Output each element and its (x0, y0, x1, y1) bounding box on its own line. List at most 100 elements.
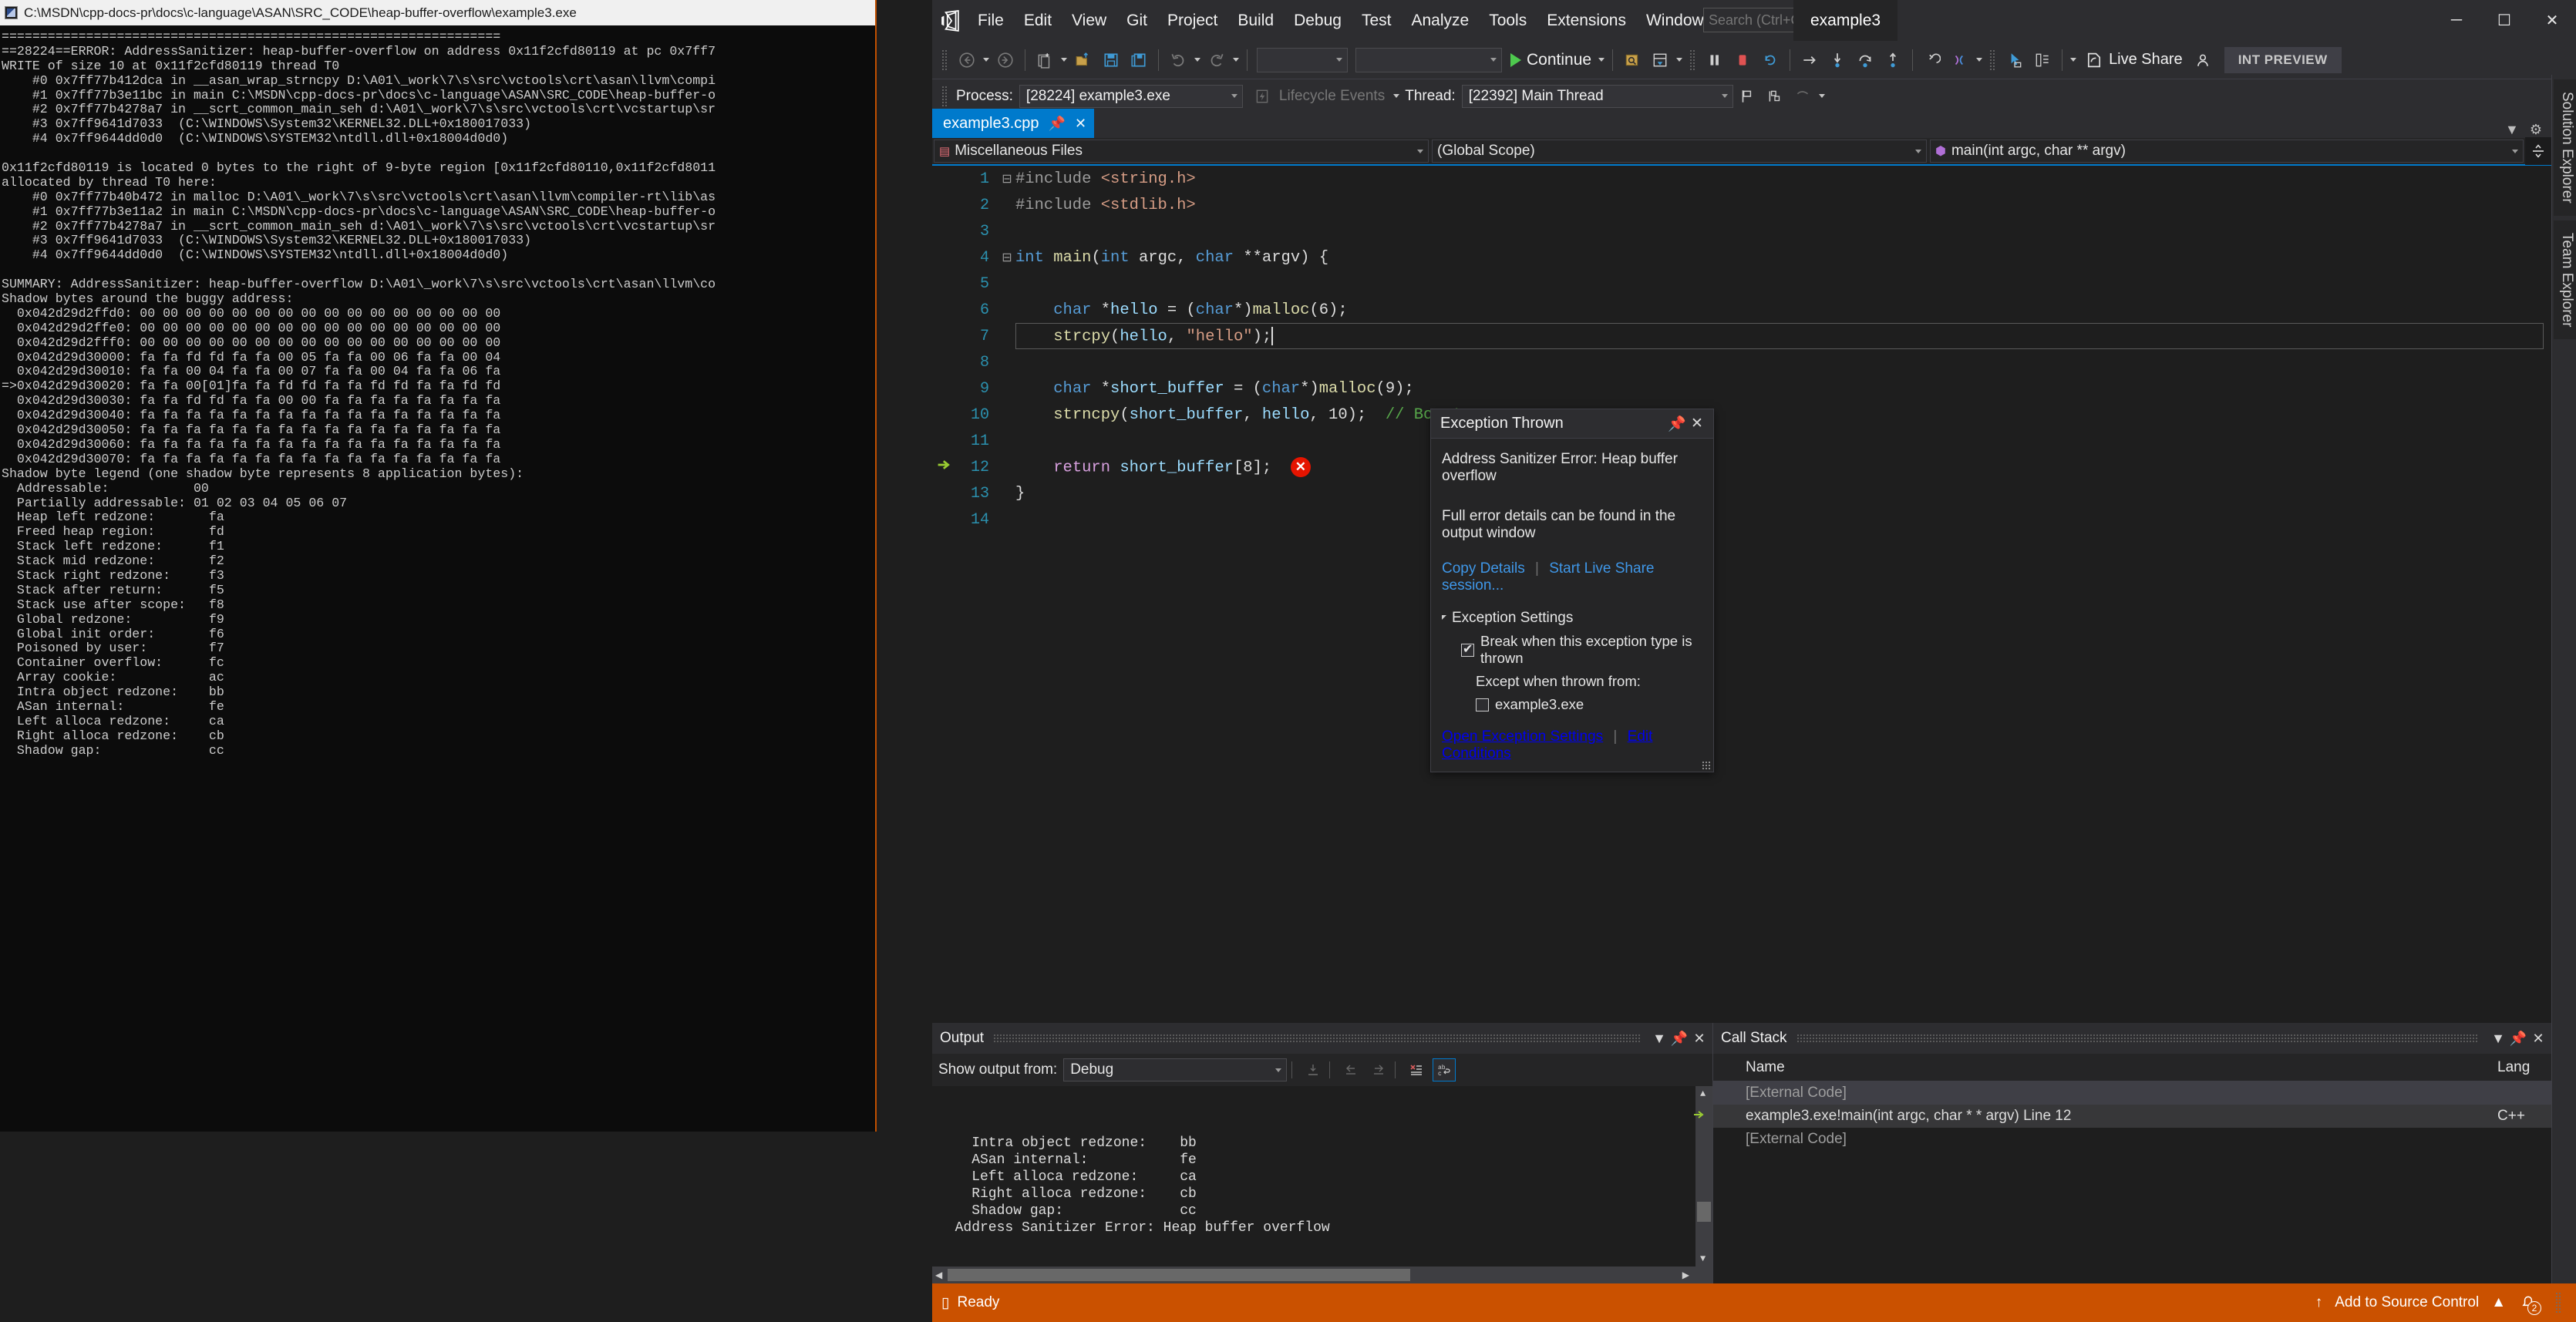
code-line[interactable]: 4 ⊟ int main(int argc, char **argv) { (932, 244, 2551, 271)
code-line[interactable]: 3 (932, 218, 2551, 244)
go-to-previous-icon[interactable] (1339, 1058, 1362, 1081)
code-line[interactable]: 2 #include <stdlib.h> (932, 192, 2551, 218)
code-line[interactable]: 13} (932, 480, 2551, 506)
exception-close-icon[interactable]: ✕ (1687, 415, 1707, 432)
output-scroll-up-icon[interactable]: ▲ (1700, 1088, 1706, 1099)
vs-menubar[interactable]: File Edit View Git Project Build Debug Test Anal… (968, 0, 1767, 41)
solution-config-combo[interactable] (1257, 47, 1348, 72)
navigate-backward-icon[interactable] (954, 46, 980, 74)
step-over-icon[interactable] (1852, 46, 1878, 74)
close-tab-icon[interactable]: ✕ (1075, 116, 1086, 132)
menu-item-edit[interactable]: Edit (1014, 0, 1062, 41)
call-stack-row[interactable]: [External Code] (1713, 1128, 2551, 1151)
dock-tab-solution-explorer[interactable]: Solution Explorer (2554, 79, 2576, 216)
call-stack-row[interactable]: example3.exe!main(int argc, char * * arg… (1694, 1105, 2551, 1128)
exe-exclusion-checkbox[interactable] (1476, 698, 1489, 711)
live-share-button[interactable]: Live Share (2079, 46, 2189, 74)
output-hscroll-thumb[interactable] (948, 1269, 1410, 1281)
output-drag-handle[interactable] (993, 1034, 1640, 1043)
copy-details-link[interactable]: Copy Details (1442, 560, 1525, 577)
redo-dropdown[interactable] (1231, 46, 1241, 74)
toolbar-grip[interactable] (1689, 49, 1697, 71)
toolbar-overflow[interactable] (2068, 46, 2079, 74)
code-line[interactable]: 5 (932, 271, 2551, 297)
call-stack-col-name[interactable]: Name (1713, 1059, 2497, 1076)
toggle-word-wrap-icon[interactable]: ab c (1433, 1058, 1456, 1081)
menu-item-extensions[interactable]: Extensions (1537, 0, 1636, 41)
step-out-icon[interactable] (1880, 46, 1906, 74)
output-scroll-down-icon[interactable]: ▼ (1700, 1253, 1706, 1264)
flag-thread-icon[interactable] (1734, 82, 1760, 110)
menu-item-git[interactable]: Git (1116, 0, 1157, 41)
output-horizontal-scrollbar[interactable]: ◀ ▶ (932, 1266, 1712, 1283)
menu-item-analyze[interactable]: Analyze (1401, 0, 1479, 41)
dock-tab-team-explorer[interactable]: Team Explorer (2554, 220, 2576, 340)
save-icon[interactable] (1098, 46, 1124, 74)
show-threads-icon[interactable] (1762, 82, 1788, 110)
source-control-chevron-icon[interactable]: ▲ (2491, 1294, 2506, 1311)
output-pin-icon[interactable]: 📌 (1669, 1031, 1689, 1047)
menu-item-window[interactable]: Window (1636, 0, 1714, 41)
project-scope-combo[interactable]: ▤ Miscellaneous Files (934, 140, 1429, 163)
undo-icon[interactable] (1165, 46, 1191, 74)
hot-reload-dropdown[interactable] (1674, 46, 1685, 74)
code-line[interactable]: 7 strcpy(hello, "hello"); (932, 323, 2551, 349)
new-project-icon[interactable] (1032, 46, 1058, 74)
break-on-exception-checkbox[interactable] (1461, 641, 1474, 657)
call-stack-pin-icon[interactable]: 📌 (2508, 1031, 2528, 1047)
editor-gutter[interactable] (932, 456, 958, 479)
output-close-icon[interactable]: ✕ (1689, 1031, 1709, 1047)
menu-item-build[interactable]: Build (1227, 0, 1284, 41)
live-visual-tree-icon[interactable] (2029, 46, 2056, 74)
call-stack-menu-chevron-icon[interactable]: ▼ (2488, 1031, 2508, 1047)
minimize-button[interactable]: ─ (2433, 0, 2480, 41)
continue-button[interactable]: Continue (1506, 46, 1596, 74)
break-all-icon[interactable] (1702, 46, 1728, 74)
thread-markers-dropdown[interactable] (1974, 46, 1985, 74)
open-file-icon[interactable] (1070, 46, 1096, 74)
undo-dropdown[interactable] (1192, 46, 1203, 74)
account-icon[interactable] (2190, 46, 2216, 74)
tab-example3-cpp[interactable]: example3.cpp 📌 ✕ (932, 109, 1095, 138)
code-line[interactable]: 14 (932, 506, 2551, 533)
resize-grip[interactable] (2555, 1292, 2562, 1314)
show-next-statement-icon[interactable] (1796, 46, 1823, 74)
add-to-source-control-button[interactable]: Add to Source Control (2335, 1294, 2479, 1311)
fold-marker[interactable]: ⊟ (998, 171, 1015, 187)
go-to-next-icon[interactable] (1367, 1058, 1390, 1081)
menu-item-tools[interactable]: Tools (1479, 0, 1537, 41)
call-stack-drag-handle[interactable] (1796, 1034, 2479, 1043)
exception-pin-icon[interactable]: 📌 (1667, 415, 1687, 433)
notifications-button[interactable]: 2 (2518, 1293, 2541, 1315)
thread-markers-icon[interactable] (1947, 46, 1973, 74)
debugbar-grip[interactable] (941, 85, 948, 107)
menu-item-test[interactable]: Test (1352, 0, 1402, 41)
fold-marker[interactable]: ⊟ (998, 250, 1015, 265)
menu-item-project[interactable]: Project (1157, 0, 1227, 41)
split-editor-icon[interactable] (2525, 137, 2551, 165)
code-line[interactable]: 8 (932, 349, 2551, 375)
member-scope-combo[interactable]: ⬢ main(int argc, char ** argv) (1930, 140, 2524, 163)
find-message-icon[interactable] (1301, 1058, 1325, 1081)
maximize-button[interactable]: ☐ (2480, 0, 2528, 41)
call-stack-close-icon[interactable]: ✕ (2528, 1031, 2548, 1047)
exception-popup-resize-grip[interactable] (1702, 761, 1711, 770)
thread-combo[interactable]: [22392] Main Thread (1461, 84, 1733, 108)
new-project-dropdown[interactable] (1059, 46, 1069, 74)
menu-item-file[interactable]: File (968, 0, 1014, 41)
pin-tab-icon[interactable]: 📌 (1049, 116, 1066, 132)
close-button[interactable]: ✕ (2528, 0, 2576, 41)
process-combo[interactable]: [28224] example3.exe (1019, 84, 1243, 108)
call-stack-row[interactable]: [External Code] (1713, 1081, 2551, 1105)
call-stack-col-lang[interactable]: Lang (2497, 1059, 2551, 1076)
thread-filter-icon[interactable] (1790, 82, 1816, 110)
menu-item-view[interactable]: View (1062, 0, 1116, 41)
break-on-exception-row[interactable]: Break when this exception type is thrown (1442, 633, 1702, 667)
select-element-icon[interactable] (2002, 46, 2028, 74)
save-all-icon[interactable] (1126, 46, 1152, 74)
hot-reload-icon[interactable] (1647, 46, 1673, 74)
attach-to-process-icon[interactable] (1619, 46, 1645, 74)
output-source-combo[interactable]: Debug (1063, 1058, 1288, 1081)
editor-settings-gear-icon[interactable]: ⚙ (2530, 122, 2542, 138)
debugbar-overflow[interactable] (1817, 82, 1827, 110)
